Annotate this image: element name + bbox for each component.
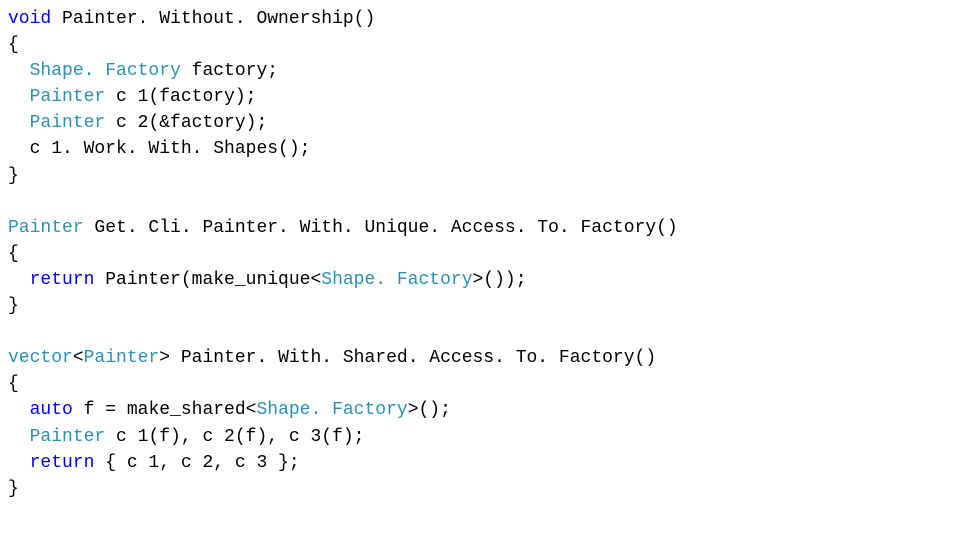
code-line: Shape. Factory factory; bbox=[8, 61, 278, 81]
code-token: Painter. Without. Ownership() bbox=[51, 9, 375, 29]
code-token: Painter bbox=[30, 87, 106, 107]
code-line: void Painter. Without. Ownership() bbox=[8, 9, 375, 29]
code-token: >(); bbox=[408, 400, 451, 420]
code-line: Painter c 2(&factory); bbox=[8, 113, 267, 133]
code-token: void bbox=[8, 9, 51, 29]
code-token: } bbox=[8, 166, 19, 186]
code-token: Get. Cli. Painter. With. Unique. Access.… bbox=[84, 218, 678, 238]
code-token: c 1(f), c 2(f), c 3(f); bbox=[105, 427, 364, 447]
code-token: < bbox=[73, 348, 84, 368]
code-block: void Painter. Without. Ownership() { Sha… bbox=[0, 0, 960, 508]
code-token bbox=[8, 427, 30, 447]
code-token: { c 1, c 2, c 3 }; bbox=[94, 453, 299, 473]
code-token bbox=[8, 61, 30, 81]
code-token: c 1(factory); bbox=[105, 87, 256, 107]
code-token bbox=[8, 87, 30, 107]
code-line: { bbox=[8, 244, 19, 264]
code-token: c 1. Work. With. Shapes(); bbox=[8, 139, 310, 159]
code-token: Painter bbox=[30, 113, 106, 133]
code-token: factory; bbox=[181, 61, 278, 81]
code-token bbox=[8, 270, 30, 290]
code-token: Painter bbox=[84, 348, 160, 368]
code-line: vector<Painter> Painter. With. Shared. A… bbox=[8, 348, 656, 368]
code-token: { bbox=[8, 374, 19, 394]
code-line: c 1. Work. With. Shapes(); bbox=[8, 139, 310, 159]
code-line: auto f = make_shared<Shape. Factory>(); bbox=[8, 400, 451, 420]
code-token: vector bbox=[8, 348, 73, 368]
code-token: Painter bbox=[8, 218, 84, 238]
code-token: return bbox=[30, 270, 95, 290]
code-token: { bbox=[8, 35, 19, 55]
code-token: } bbox=[8, 479, 19, 499]
code-token: { bbox=[8, 244, 19, 264]
code-line: return Painter(make_unique<Shape. Factor… bbox=[8, 270, 527, 290]
code-line: } bbox=[8, 296, 19, 316]
code-line: return { c 1, c 2, c 3 }; bbox=[8, 453, 300, 473]
code-token: Shape. Factory bbox=[30, 61, 181, 81]
code-token bbox=[8, 453, 30, 473]
code-line: { bbox=[8, 35, 19, 55]
code-token bbox=[8, 400, 30, 420]
code-token bbox=[8, 113, 30, 133]
code-line: } bbox=[8, 166, 19, 186]
code-line: Painter c 1(f), c 2(f), c 3(f); bbox=[8, 427, 364, 447]
code-token: Painter bbox=[30, 427, 106, 447]
code-token: c 2(&factory); bbox=[105, 113, 267, 133]
code-line: { bbox=[8, 374, 19, 394]
code-line: Painter c 1(factory); bbox=[8, 87, 256, 107]
code-token: Painter(make_unique< bbox=[94, 270, 321, 290]
code-token: >()); bbox=[473, 270, 527, 290]
code-line: Painter Get. Cli. Painter. With. Unique.… bbox=[8, 218, 678, 238]
code-token: Shape. Factory bbox=[256, 400, 407, 420]
code-line: } bbox=[8, 479, 19, 499]
code-token: return bbox=[30, 453, 95, 473]
code-token: auto bbox=[30, 400, 73, 420]
code-token: Shape. Factory bbox=[321, 270, 472, 290]
code-token: > Painter. With. Shared. Access. To. Fac… bbox=[159, 348, 656, 368]
code-token: f = make_shared< bbox=[73, 400, 257, 420]
code-token: } bbox=[8, 296, 19, 316]
